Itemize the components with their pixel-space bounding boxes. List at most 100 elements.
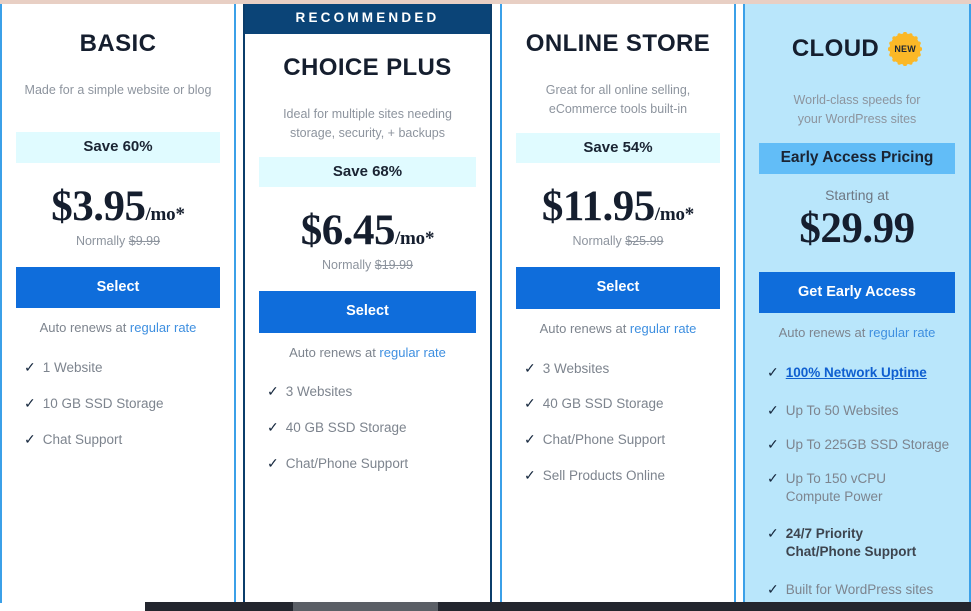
pricing-cards-container: BASIC Made for a simple website or blog … xyxy=(0,4,971,603)
list-item: ✓ Up To 150 vCPU Compute Power xyxy=(767,470,955,506)
regular-rate-link-cloud[interactable]: regular rate xyxy=(869,325,935,340)
check-icon: ✓ xyxy=(767,435,779,452)
plan-name-choice-plus: CHOICE PLUS xyxy=(283,53,452,81)
list-item: ✓ 40 GB SSD Storage xyxy=(267,419,476,437)
check-icon: ✓ xyxy=(524,359,536,376)
feature-list-basic: ✓ 1 Website ✓ 10 GB SSD Storage ✓ Chat S… xyxy=(16,359,220,466)
tagline-line-1: Great for all online selling, xyxy=(545,83,691,97)
recommended-ribbon: RECOMMENDED xyxy=(245,4,490,34)
check-icon: ✓ xyxy=(767,525,779,542)
feature-label: 40 GB SSD Storage xyxy=(542,396,664,412)
normally-label-choice-plus: Normally xyxy=(321,258,375,273)
feature-list-online-store: ✓ 3 Websites ✓ 40 GB SSD Storage ✓ Chat/… xyxy=(516,360,720,503)
price-amount-basic: $3.95 xyxy=(51,182,146,230)
list-item: ✓ Up To 50 Websites xyxy=(767,402,955,420)
get-early-access-button[interactable]: Get Early Access xyxy=(759,271,955,314)
renews-note-online-store: Auto renews at regular rate xyxy=(540,321,697,338)
normally-strikethrough-choice-plus: $19.99 xyxy=(374,258,414,273)
plan-name-basic: BASIC xyxy=(79,30,157,57)
list-item: ✓ 1 Website xyxy=(24,359,220,377)
pricing-card-online-store[interactable]: ONLINE STORE Great for all online sellin… xyxy=(500,4,736,603)
check-icon: ✓ xyxy=(524,467,536,484)
price-choice-plus: $6.45/mo* xyxy=(301,209,435,252)
tagline-line-2: eCommerce tools built-in xyxy=(548,102,688,117)
price-period-online-store: /mo* xyxy=(654,204,695,226)
check-icon: ✓ xyxy=(267,419,279,436)
pricing-card-basic[interactable]: BASIC Made for a simple website or blog … xyxy=(0,4,236,603)
feature-label: Up To 225GB SSD Storage xyxy=(785,436,950,452)
select-button-choice-plus[interactable]: Select xyxy=(259,291,476,333)
renews-label-choice-plus: Auto renews at xyxy=(289,344,380,360)
list-item: ✓ 40 GB SSD Storage xyxy=(524,395,720,413)
renews-label-basic: Auto renews at xyxy=(39,320,130,336)
early-access-pricing-badge: Early Access Pricing xyxy=(759,142,955,174)
check-icon: ✓ xyxy=(767,580,779,597)
feature-label: Up To 50 Websites xyxy=(785,403,899,419)
list-item: ✓ 10 GB SSD Storage xyxy=(24,395,220,413)
feature-line-1: Up To 150 vCPU xyxy=(785,470,887,486)
list-item: ✓ Chat/Phone Support xyxy=(524,431,720,449)
feature-label: 3 Websites xyxy=(542,360,610,376)
list-item: ✓ Sell Products Online xyxy=(524,467,720,485)
feature-label: 10 GB SSD Storage xyxy=(42,396,164,412)
list-item: ✓ 3 Websites xyxy=(524,360,720,378)
regular-rate-link-basic[interactable]: regular rate xyxy=(130,320,196,335)
feature-label: 1 Website xyxy=(42,360,103,376)
feature-line-2: Compute Power xyxy=(785,488,883,504)
feature-line-2: Chat/Phone Support xyxy=(785,544,917,560)
normally-label-online-store: Normally xyxy=(572,234,626,249)
feature-list-cloud: ✓ 100% Network Uptime ✓ Up To 50 Website… xyxy=(759,364,955,611)
starting-at-label: Starting at xyxy=(825,186,889,203)
normally-price-online-store: Normally $25.99 xyxy=(572,234,663,248)
price-amount-online-store: $11.95 xyxy=(541,183,655,231)
price-online-store: $11.95/mo* xyxy=(542,185,694,228)
normally-price-basic: Normally $9.99 xyxy=(76,234,160,248)
save-badge-choice-plus: Save 68% xyxy=(259,156,476,188)
price-basic: $3.95/mo* xyxy=(51,185,185,228)
regular-rate-link-online-store[interactable]: regular rate xyxy=(630,321,696,336)
save-badge-basic: Save 60% xyxy=(16,132,220,163)
feature-line-1: 24/7 Priority xyxy=(785,526,864,542)
price-period-choice-plus: /mo* xyxy=(394,228,435,250)
price-amount-cloud: $29.99 xyxy=(799,204,915,252)
list-item: ✓ 24/7 Priority Chat/Phone Support xyxy=(767,525,955,561)
plan-header-cloud: CLOUD NEW xyxy=(792,32,923,66)
new-starburst-badge-icon: NEW xyxy=(888,32,923,66)
list-item: ✓ Built for WordPress sites xyxy=(767,581,955,599)
renews-note-cloud: Auto renews at regular rate xyxy=(779,325,936,342)
list-item: ✓ Chat/Phone Support xyxy=(267,455,476,473)
renews-label-cloud: Auto renews at xyxy=(778,325,869,341)
network-uptime-link[interactable]: 100% Network Uptime xyxy=(786,364,927,382)
feature-label: 24/7 Priority Chat/Phone Support xyxy=(786,525,917,561)
regular-rate-link-choice-plus[interactable]: regular rate xyxy=(379,345,445,360)
check-icon: ✓ xyxy=(767,364,779,381)
plan-tagline-choice-plus: Ideal for multiple sites needing storage… xyxy=(283,105,452,144)
check-icon: ✓ xyxy=(24,359,36,376)
feature-label: 40 GB SSD Storage xyxy=(285,420,407,436)
horizontal-scrollbar[interactable] xyxy=(145,602,971,611)
feature-list-choice-plus: ✓ 3 Websites ✓ 40 GB SSD Storage ✓ Chat/… xyxy=(259,383,476,490)
pricing-card-choice-plus[interactable]: RECOMMENDED CHOICE PLUS Ideal for multip… xyxy=(243,4,492,603)
list-item: ✓ 3 Websites xyxy=(267,383,476,401)
select-button-online-store[interactable]: Select xyxy=(516,267,720,309)
check-icon: ✓ xyxy=(24,395,36,412)
price-period-basic: /mo* xyxy=(145,203,185,225)
tagline-line-1: World-class speeds for xyxy=(793,93,921,107)
pricing-table-screenshot: BASIC Made for a simple website or blog … xyxy=(0,0,971,611)
check-icon: ✓ xyxy=(24,430,36,447)
plan-tagline-basic: Made for a simple website or blog xyxy=(24,83,212,97)
normally-price-choice-plus: Normally $19.99 xyxy=(322,258,413,272)
list-item[interactable]: ✓ 100% Network Uptime xyxy=(767,364,955,382)
check-icon: ✓ xyxy=(767,402,779,419)
normally-strikethrough-online-store: $25.99 xyxy=(625,234,664,249)
select-button-basic[interactable]: Select xyxy=(16,266,220,309)
price-cloud: $29.99 xyxy=(799,204,915,252)
feature-label: 3 Websites xyxy=(285,384,353,400)
save-badge-online-store: Save 54% xyxy=(516,132,720,164)
check-icon: ✓ xyxy=(267,455,279,472)
check-icon: ✓ xyxy=(524,395,536,412)
plan-tagline-online-store: Great for all online selling, eCommerce … xyxy=(546,81,691,120)
pricing-card-cloud[interactable]: CLOUD NEW World-class speeds for your Wo… xyxy=(743,4,971,603)
scrollbar-thumb[interactable] xyxy=(293,602,438,611)
tagline-line-2: your WordPress sites xyxy=(797,112,917,127)
